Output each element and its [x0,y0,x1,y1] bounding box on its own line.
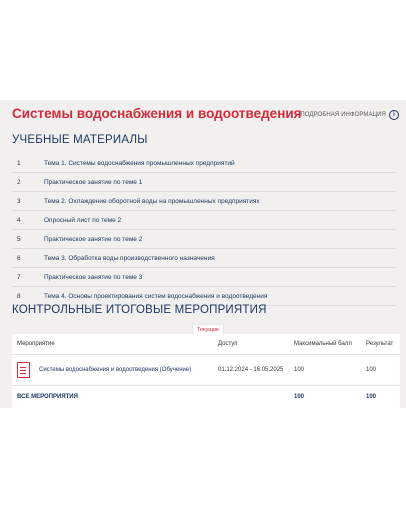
material-item[interactable]: 7 Практическое занятие по теме 3 [12,268,396,287]
material-label[interactable]: Тема 3. Обработка воды производственного… [44,255,215,262]
material-number: 1 [17,159,21,167]
material-number: 8 [17,292,21,300]
material-label[interactable]: Практическое занятие по теме 2 [44,236,142,243]
event-name[interactable]: Системы водоснабжения и водоотведения (О… [39,367,191,373]
total-max-score: 100 [294,394,305,400]
material-number: 5 [17,235,21,243]
material-item[interactable]: 6 Тема 3. Обработка воды производственног… [12,249,396,268]
event-access: 01.12.2024 - 16.05.2025 [218,367,284,373]
course-title: Системы водоснабжения и водоотведения [12,106,302,121]
material-item[interactable]: 2 Практическое занятие по теме 1 [12,173,396,192]
total-label: ВСЕ МЕРОПРИЯТИЯ [17,394,78,400]
total-row: ВСЕ МЕРОПРИЯТИЯ 100 100 [12,386,400,408]
event-cell: Системы водоснабжения и водоотведения (О… [12,362,218,378]
material-number: 7 [17,273,21,281]
material-label[interactable]: Тема 1. Системы водоснабжения промышленн… [44,160,235,167]
material-number: 3 [17,197,21,205]
column-header-result: Результат [366,341,394,347]
material-number: 6 [17,254,21,262]
event-result: 100 [366,367,377,373]
material-label[interactable]: Тема 2. Охлаждение оборотной воды на про… [44,198,260,205]
materials-title: УЧЕБНЫЕ МАТЕРИАЛЫ [12,134,148,146]
material-number: 4 [17,216,21,224]
material-item[interactable]: 5 Практическое занятие по теме 2 [12,230,396,249]
column-header-max-score: Максимальный балл [294,341,352,347]
column-header-access: Доступ [218,341,238,347]
event-max-score: 100 [294,367,305,373]
materials-list: 1 Тема 1. Системы водоснабжения промышлен… [12,154,396,306]
info-icon[interactable]: i [389,110,399,120]
material-label[interactable]: Опросный лист по теме 2 [44,217,121,224]
total-result: 100 [366,394,377,400]
material-number: 2 [17,178,21,186]
material-item[interactable]: 1 Тема 1. Системы водоснабжения промышлен… [12,154,396,173]
material-label[interactable]: Практическое занятие по теме 3 [44,274,142,281]
column-header-event: Мероприятие [17,341,55,347]
course-panel: Системы водоснабжения и водоотведения ПО… [0,100,406,408]
events-table: Мероприятие Доступ Максимальный балл Рез… [12,334,400,408]
material-item[interactable]: 3 Тема 2. Охлаждение оборотной воды на пр… [12,192,396,211]
material-label[interactable]: Практическое занятие по теме 1 [44,179,142,186]
material-item[interactable]: 4 Опросный лист по теме 2 [12,211,396,230]
table-header-row: Мероприятие Доступ Максимальный балл Рез… [12,334,400,355]
events-title: КОНТРОЛЬНЫЕ ИТОГОВЫЕ МЕРОПРИЯТИЯ [12,304,267,316]
more-info-label: ПОДРОБНАЯ ИНФОРМАЦИЯ [300,112,386,118]
material-label[interactable]: Тема 4. Основы проектирования систем вод… [44,293,267,300]
more-info-link[interactable]: ПОДРОБНАЯ ИНФОРМАЦИЯ i [300,110,399,120]
document-icon [17,362,30,378]
table-row[interactable]: Системы водоснабжения и водоотведения (О… [12,355,400,386]
